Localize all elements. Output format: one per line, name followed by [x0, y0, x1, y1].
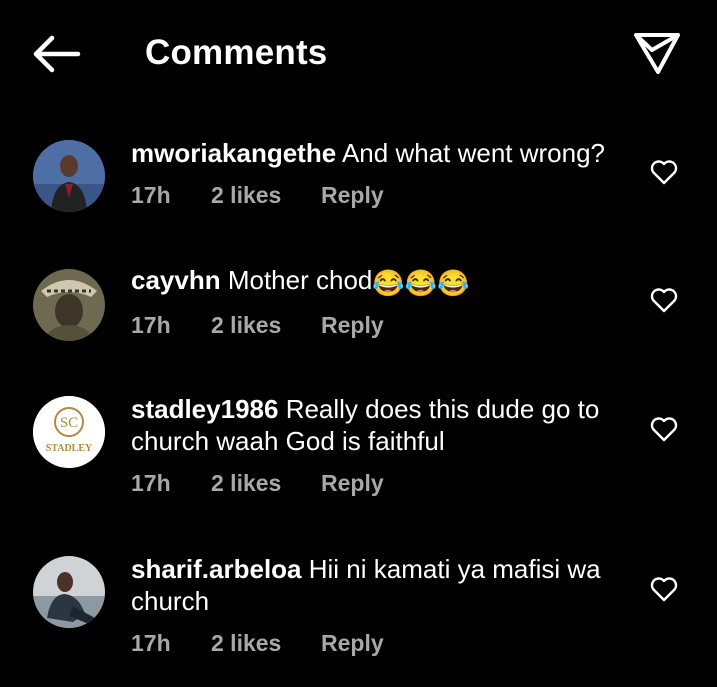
svg-text:SC: SC	[60, 415, 78, 431]
profile-photo	[33, 556, 105, 628]
comment-body: And what went wrong?	[341, 138, 606, 168]
reply-button[interactable]: Reply	[321, 630, 384, 657]
comment-meta: 17h 2 likes Reply	[131, 182, 631, 212]
stadley-logo: SC STADLEY	[33, 396, 105, 468]
comment-text: sharif.arbeloa Hii ni kamati ya mafisi w…	[131, 553, 631, 617]
comment-username[interactable]: stadley1986	[131, 394, 278, 424]
comment-meta: 17h 2 likes Reply	[131, 470, 631, 500]
comment-username[interactable]: mworiakangethe	[131, 138, 336, 168]
heart-icon	[650, 417, 678, 442]
heart-icon	[650, 288, 678, 313]
like-button[interactable]	[650, 159, 678, 185]
avatar[interactable]	[33, 269, 105, 341]
like-button[interactable]	[650, 576, 678, 602]
header: Comments	[0, 0, 717, 105]
reply-button[interactable]: Reply	[321, 182, 384, 209]
heart-icon	[650, 577, 678, 602]
comment-likes[interactable]: 2 likes	[211, 470, 321, 497]
page-title: Comments	[145, 33, 328, 72]
svg-text:STADLEY: STADLEY	[46, 443, 93, 454]
avatar[interactable]: SC STADLEY	[33, 396, 105, 468]
comment-meta: 17h 2 likes Reply	[131, 312, 631, 342]
comment-text: cayvhn Mother chod😂😂😂	[131, 264, 631, 299]
laughing-emoji-icon: 😂😂😂	[372, 268, 470, 298]
paper-plane-icon	[634, 33, 680, 74]
avatar[interactable]	[33, 556, 105, 628]
comment-username[interactable]: cayvhn	[131, 265, 221, 295]
reply-button[interactable]: Reply	[321, 470, 384, 497]
comment-username[interactable]: sharif.arbeloa	[131, 554, 302, 584]
comment-likes[interactable]: 2 likes	[211, 630, 321, 657]
comment-time: 17h	[131, 182, 171, 208]
profile-photo	[33, 140, 105, 212]
reply-button[interactable]: Reply	[321, 312, 384, 339]
comment-body: Mother chod	[227, 265, 373, 295]
profile-photo	[33, 269, 105, 341]
comment-time: 17h	[131, 630, 171, 656]
comment-likes[interactable]: 2 likes	[211, 182, 321, 209]
comment-time: 17h	[131, 312, 171, 338]
avatar[interactable]	[33, 140, 105, 212]
comment-likes[interactable]: 2 likes	[211, 312, 321, 339]
heart-icon	[650, 160, 678, 185]
comment-time: 17h	[131, 470, 171, 496]
share-button[interactable]	[633, 28, 681, 76]
like-button[interactable]	[650, 287, 678, 313]
like-button[interactable]	[650, 416, 678, 442]
arrow-left-icon	[33, 35, 81, 73]
back-button[interactable]	[30, 32, 82, 76]
comment-text: stadley1986 Really does this dude go to …	[131, 393, 631, 457]
comment-text: mworiakangethe And what went wrong?	[131, 137, 631, 169]
comment-meta: 17h 2 likes Reply	[131, 630, 631, 660]
